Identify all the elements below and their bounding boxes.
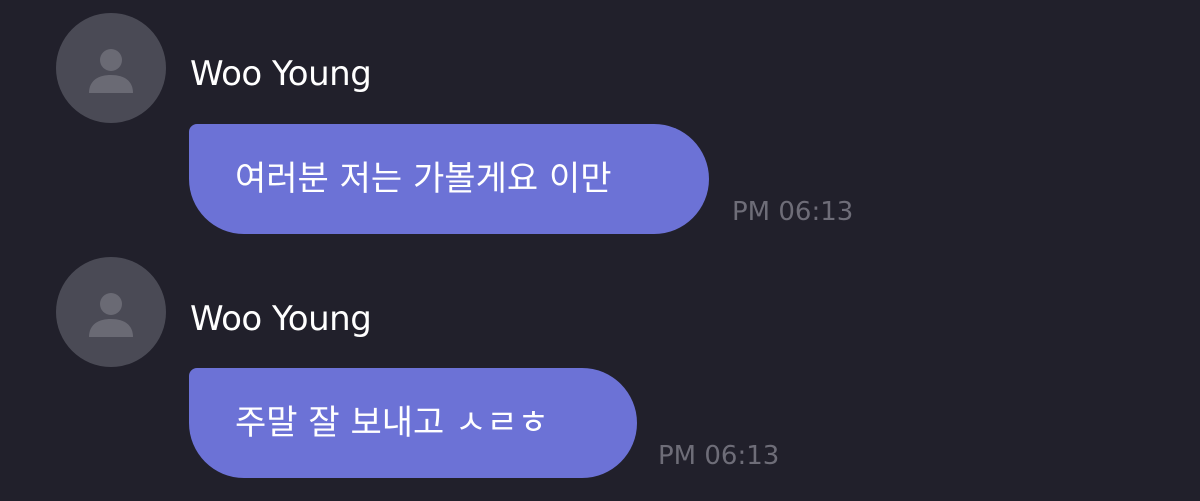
message-timestamp: PM 06:13 xyxy=(658,441,780,471)
message-timestamp: PM 06:13 xyxy=(732,197,854,227)
sender-name: Woo Young xyxy=(190,54,372,94)
chat-message-list: Woo Young 여러분 저는 가볼게요 이만 PM 06:13 Woo Yo… xyxy=(0,0,1200,501)
message-text: 여러분 저는 가볼게요 이만 xyxy=(235,159,612,199)
message-text: 주말 잘 보내고 ㅅㄹㅎ xyxy=(235,403,549,443)
message-bubble[interactable]: 주말 잘 보내고 ㅅㄹㅎ xyxy=(189,368,637,478)
avatar[interactable] xyxy=(56,13,166,123)
message-bubble[interactable]: 여러분 저는 가볼게요 이만 xyxy=(189,124,709,234)
default-user-icon xyxy=(89,49,133,93)
default-user-icon xyxy=(89,293,133,337)
avatar[interactable] xyxy=(56,257,166,367)
sender-name: Woo Young xyxy=(190,299,372,339)
